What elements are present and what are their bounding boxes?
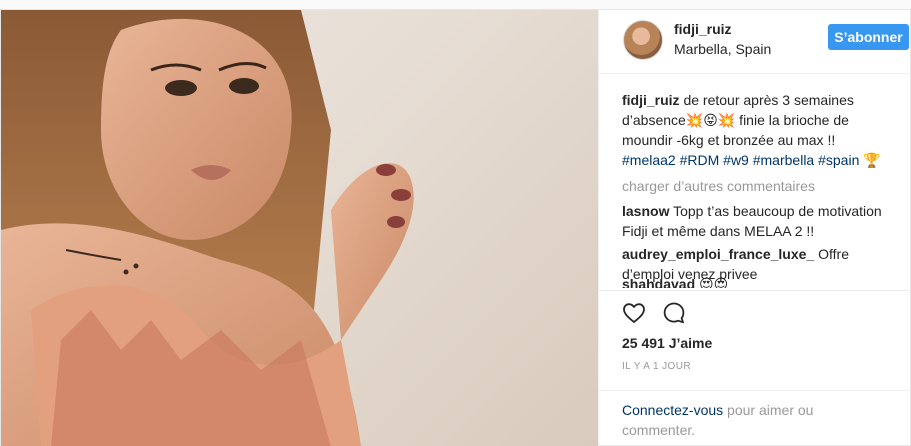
comment-bubble-icon[interactable]	[662, 301, 686, 325]
caption-emoji-b: 🏆	[863, 152, 881, 168]
post-photo[interactable]	[1, 10, 598, 446]
heart-icon[interactable]	[622, 301, 646, 325]
post-location[interactable]: Marbella, Spain	[674, 41, 771, 57]
post-header: fidji_ruiz Marbella, Spain S’abonner	[599, 10, 911, 74]
post-caption: fidji_ruiz de retour après 3 semaines d’…	[622, 90, 892, 170]
comment-username[interactable]: shahdavad	[622, 276, 695, 288]
caption-emoji-a: 💥😝💥	[685, 112, 736, 128]
comment-text: 😍😍	[699, 276, 729, 288]
hashtag-link[interactable]: #melaa2	[622, 152, 676, 168]
follow-button[interactable]: S’abonner	[828, 24, 909, 50]
post-timestamp: IL Y A 1 JOUR	[622, 361, 691, 372]
post-sidebar: fidji_ruiz Marbella, Spain S’abonner fid…	[598, 10, 911, 446]
author-username[interactable]: fidji_ruiz	[674, 21, 732, 37]
post-card: fidji_ruiz Marbella, Spain S’abonner fid…	[0, 9, 911, 446]
avatar[interactable]	[623, 20, 663, 60]
hashtag-link[interactable]: #marbella	[753, 152, 814, 168]
login-prompt: Connectez-vous pour aimer ou commenter.	[599, 390, 911, 440]
load-more-comments[interactable]: charger d’autres commentaires	[622, 176, 892, 196]
comment-username[interactable]: lasnow	[622, 203, 669, 219]
action-bar	[599, 290, 911, 330]
hashtag-link[interactable]: #w9	[723, 152, 749, 168]
likes-count[interactable]: 25 491 J’aime	[622, 335, 712, 351]
hashtag-link[interactable]: #spain	[818, 152, 859, 168]
comment-username[interactable]: audrey_emploi_france_luxe_	[622, 246, 814, 262]
caption-username[interactable]: fidji_ruiz	[622, 92, 680, 108]
hashtag-link[interactable]: #RDM	[680, 152, 720, 168]
photo-illustration	[1, 10, 414, 446]
comments-section: fidji_ruiz de retour après 3 semaines d’…	[622, 90, 892, 288]
comment-item: lasnow Topp t’as beaucoup de motivation …	[622, 201, 892, 241]
comment-item: shahdavad 😍😍	[622, 274, 728, 288]
login-link[interactable]: Connectez-vous	[622, 402, 723, 418]
